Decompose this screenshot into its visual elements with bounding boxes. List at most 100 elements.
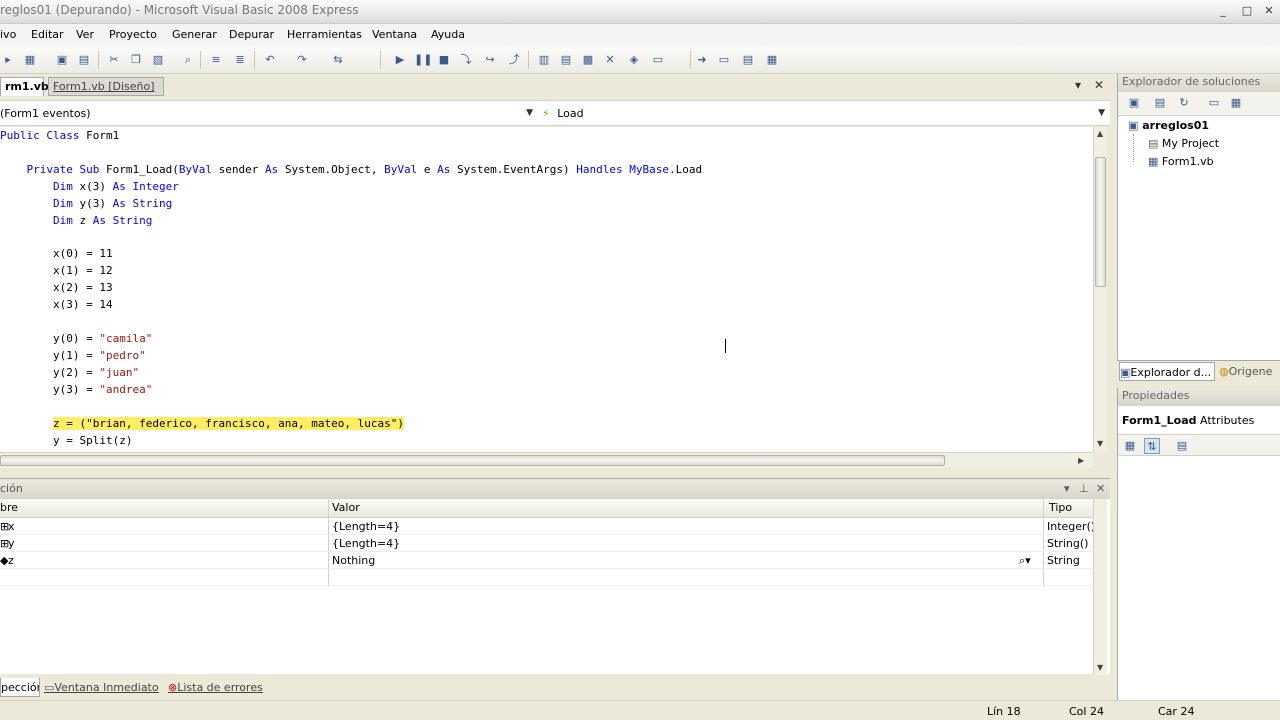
- watch-row-empty[interactable]: [0, 569, 1093, 586]
- menu-ayuda[interactable]: Ayuda: [431, 28, 465, 41]
- menu-ver[interactable]: Ver: [76, 28, 94, 41]
- code-line: Dim z As String: [52, 214, 153, 227]
- close-icon[interactable]: ✕: [1096, 479, 1105, 499]
- watch-icon[interactable]: ▦: [764, 52, 780, 68]
- view-designer-icon[interactable]: ▦: [1228, 95, 1244, 111]
- chevron-down-icon: ▼: [1098, 108, 1105, 118]
- window-title: reglos01 (Depurando) - Microsoft Visual …: [0, 3, 359, 17]
- maximize-button[interactable]: □: [1236, 2, 1258, 20]
- undo-icon[interactable]: ↶: [262, 52, 278, 68]
- method-combobox[interactable]: ⚡ Load ▼: [542, 104, 1108, 123]
- class-combobox[interactable]: (Form1 eventos) ▼: [0, 104, 536, 123]
- alphabetical-icon[interactable]: ⇅: [1144, 438, 1160, 454]
- close-window-button[interactable]: ✕: [1258, 2, 1280, 20]
- tree-form1[interactable]: ▦ Form1.vb: [1148, 155, 1214, 168]
- dropdown-icon[interactable]: ▾: [1064, 479, 1070, 499]
- object-browser-icon[interactable]: ▩: [580, 52, 596, 68]
- step-out-icon[interactable]: ⤴: [506, 52, 522, 68]
- property-pages-icon[interactable]: ▤: [1174, 438, 1190, 454]
- bottom-tool-tabs: pección ▭Ventana Inmediato ⊗Lista de err…: [0, 677, 1110, 699]
- menu-editar[interactable]: Editar: [31, 28, 64, 41]
- start-page-icon[interactable]: ◈: [626, 52, 642, 68]
- new-project-icon[interactable]: ▸: [0, 52, 16, 68]
- menu-proyecto[interactable]: Proyecto: [109, 28, 157, 41]
- step-into-icon[interactable]: ⤵: [458, 52, 474, 68]
- tab-data-sources[interactable]: ◍Origene: [1219, 362, 1280, 381]
- menu-herramientas[interactable]: Herramientas: [287, 28, 362, 41]
- uncomment-icon[interactable]: ≣: [232, 52, 248, 68]
- column-name-header[interactable]: bre: [0, 501, 18, 514]
- code-editor[interactable]: Public Class Form1 Private Sub Form1_Loa…: [0, 127, 1093, 452]
- solution-explorer-tabs: ▣Explorador d... ◍Origene: [1117, 360, 1280, 382]
- scroll-thumb[interactable]: [0, 455, 945, 466]
- save-icon[interactable]: ▣: [54, 52, 70, 68]
- tree-connector: [1133, 134, 1134, 162]
- navigate-icon[interactable]: ⇆: [330, 52, 346, 68]
- step-over-icon[interactable]: ↪: [482, 52, 498, 68]
- column-value-header[interactable]: Valor: [332, 501, 360, 514]
- comment-icon[interactable]: ≡: [208, 52, 224, 68]
- scroll-up-icon[interactable]: ▲: [1097, 129, 1103, 138]
- properties-icon[interactable]: ▤: [558, 52, 574, 68]
- menu-ventana[interactable]: Ventana: [372, 28, 417, 41]
- breakpoints-icon[interactable]: ▤: [740, 52, 756, 68]
- menu-archivo[interactable]: ivo: [0, 28, 16, 41]
- add-item-icon[interactable]: ▦: [22, 52, 38, 68]
- tab-solution-explorer[interactable]: ▣Explorador d...: [1119, 362, 1215, 381]
- properties-object-selector[interactable]: Form1_Load Attributes: [1118, 410, 1280, 432]
- toolbox-icon[interactable]: ✕: [602, 52, 618, 68]
- status-line: Lín 18: [987, 705, 1021, 718]
- scroll-down-icon[interactable]: ▼: [1097, 439, 1103, 448]
- properties-icon[interactable]: ▣: [1126, 95, 1142, 111]
- menu-generar[interactable]: Generar: [172, 28, 217, 41]
- minimize-button[interactable]: _: [1212, 2, 1234, 20]
- tree-project[interactable]: ▣ arreglos01: [1128, 119, 1209, 132]
- stop-icon[interactable]: ■: [436, 52, 452, 68]
- pin-icon[interactable]: ⊥: [1079, 479, 1089, 499]
- tab-ventana-inmediato[interactable]: ▭Ventana Inmediato: [44, 678, 166, 697]
- hex-display-icon[interactable]: ▭: [716, 52, 732, 68]
- paste-icon[interactable]: ▧: [150, 52, 166, 68]
- tab-form1-code[interactable]: rm1.vb: [0, 77, 49, 96]
- watch-vertical-scrollbar[interactable]: ▼: [1093, 499, 1107, 675]
- next-statement-icon[interactable]: ➜: [694, 52, 710, 68]
- find-icon[interactable]: ⌕: [180, 52, 196, 68]
- save-all-icon[interactable]: ▤: [76, 52, 92, 68]
- pause-icon[interactable]: ❚❚: [414, 52, 432, 68]
- continue-icon[interactable]: ▶: [392, 52, 408, 68]
- close-document-icon[interactable]: ✕: [1094, 78, 1104, 92]
- view-code-icon[interactable]: ▭: [1206, 95, 1222, 111]
- refresh-icon[interactable]: ↻: [1176, 95, 1192, 111]
- document-list-dropdown-icon[interactable]: ▾: [1075, 78, 1081, 92]
- tab-lista-errores[interactable]: ⊗Lista de errores: [168, 678, 268, 697]
- cut-icon[interactable]: ✂: [106, 52, 122, 68]
- editor-horizontal-scrollbar[interactable]: ▶: [0, 452, 1093, 468]
- magnifier-icon[interactable]: ⌕▾: [1019, 553, 1031, 568]
- solution-explorer-icon[interactable]: ▥: [536, 52, 552, 68]
- scroll-thumb[interactable]: [1095, 157, 1106, 287]
- redo-icon[interactable]: ↷: [294, 52, 310, 68]
- show-all-files-icon[interactable]: ▤: [1152, 95, 1168, 111]
- scroll-down-icon[interactable]: ▼: [1097, 663, 1103, 672]
- column-type-header[interactable]: Tipo: [1049, 501, 1072, 514]
- menu-depurar[interactable]: Depurar: [229, 28, 274, 41]
- copy-icon[interactable]: ❐: [128, 52, 144, 68]
- watch-type: String(): [1047, 537, 1089, 550]
- code-line: y(1) = "pedro": [52, 349, 146, 362]
- editor-vertical-scrollbar[interactable]: ▲ ▼: [1093, 127, 1107, 452]
- tab-form1-design[interactable]: Form1.vb [Diseño]: [48, 77, 164, 96]
- scroll-right-icon[interactable]: ▶: [1078, 456, 1084, 465]
- watch-row[interactable]: ⊞ y {Length=4} String(): [0, 535, 1093, 552]
- code-line: x(3) = 14: [0, 298, 113, 311]
- watch-row[interactable]: ◆ z Nothing ⌕▾ String: [0, 552, 1093, 569]
- categorized-icon[interactable]: ▦: [1122, 438, 1138, 454]
- watch-row[interactable]: ⊞ x {Length=4} Integer(): [0, 518, 1095, 535]
- document-tabs: rm1.vb Form1.vb [Diseño] ▾ ✕: [0, 74, 1110, 96]
- watch-window: ción ▾ ⊥ ✕ bre Valor Tipo ⊞ x {Length=4}…: [0, 478, 1110, 675]
- error-list-icon[interactable]: ▭: [650, 52, 666, 68]
- solution-explorer-toolbar: ▣ ▤ ↻ ▭ ▦: [1118, 92, 1280, 116]
- properties-panel: Propiedades Form1_Load Attributes ▦ ⇅ ▤: [1117, 388, 1280, 720]
- code-line: x(0) = 11: [0, 247, 113, 260]
- tab-inspeccion[interactable]: pección: [0, 678, 40, 697]
- tree-my-project[interactable]: ▤ My Project: [1148, 137, 1219, 150]
